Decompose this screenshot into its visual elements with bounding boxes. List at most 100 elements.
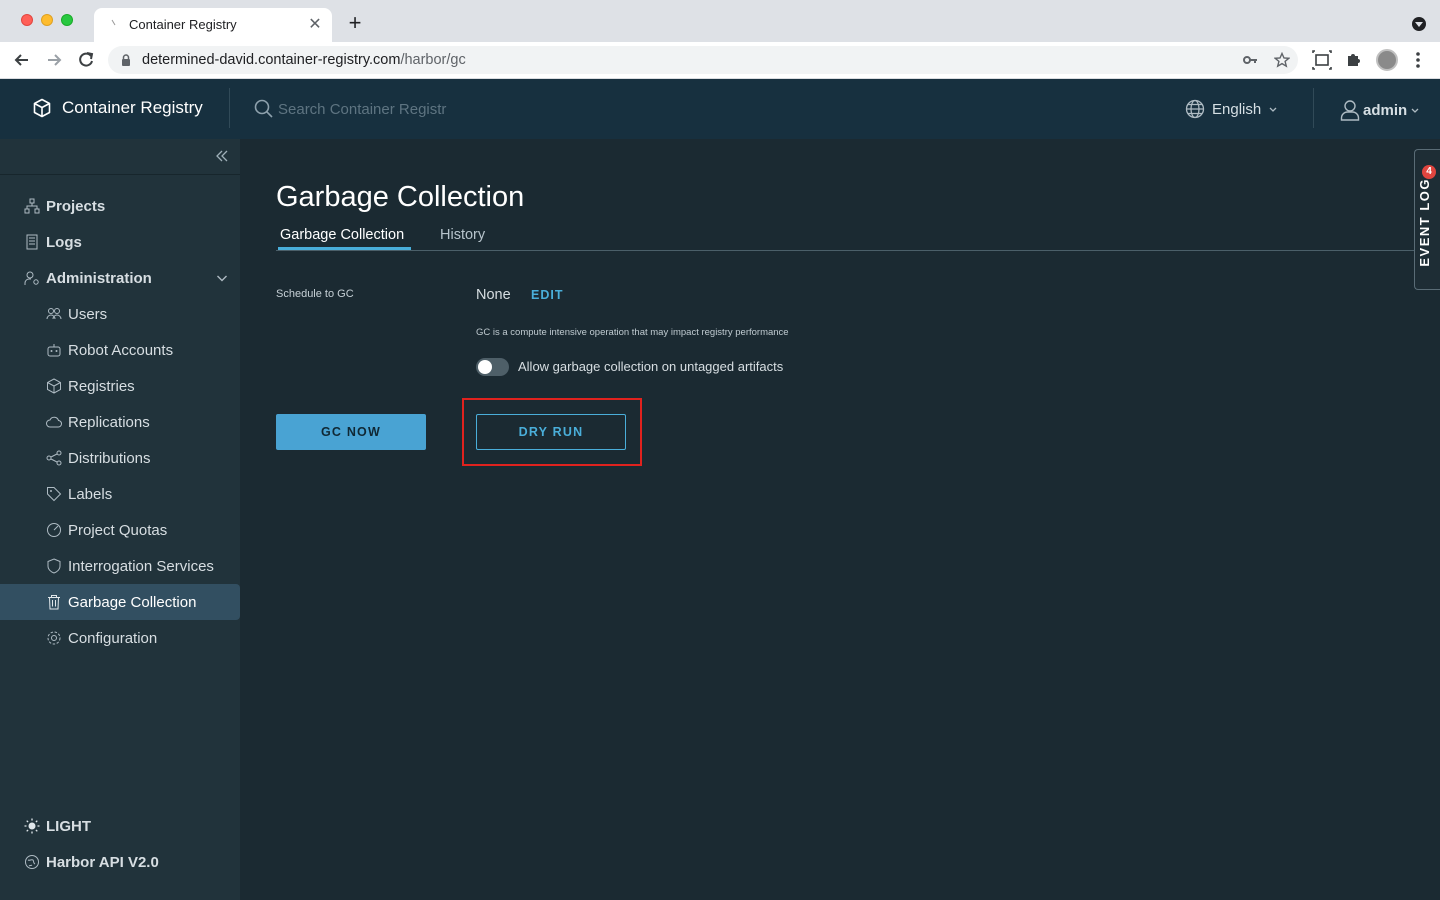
sidebar-item-label: Configuration <box>68 629 158 647</box>
double-chevron-left-icon[interactable] <box>215 149 229 163</box>
sidebar-item-label: Garbage Collection <box>68 593 197 611</box>
globe-icon <box>1185 99 1205 119</box>
sidebar-item-administration[interactable]: Administration <box>0 260 240 296</box>
language-label: English <box>1212 100 1262 118</box>
sun-icon <box>24 818 40 834</box>
sidebar-item-interrogation-services[interactable]: Interrogation Services <box>0 548 240 584</box>
url-text: determined-david.container-registry.com/… <box>142 52 466 68</box>
header-divider <box>229 88 230 128</box>
harbor-api-link[interactable]: Harbor API V2.0 <box>0 844 240 880</box>
schedule-label: Schedule to GC <box>276 288 354 300</box>
user-menu[interactable]: admin <box>1340 99 1420 121</box>
maximize-window-button[interactable] <box>61 14 73 26</box>
key-icon[interactable] <box>1242 52 1258 68</box>
chevron-down-icon[interactable] <box>216 272 228 284</box>
sidebar-item-garbage-collection[interactable]: Garbage Collection <box>0 584 240 620</box>
theme-toggle-light[interactable]: LIGHT <box>0 808 240 844</box>
minimize-window-button[interactable] <box>41 14 53 26</box>
users-icon <box>46 308 62 320</box>
api-globe-icon <box>25 855 39 869</box>
chevron-down-icon <box>1269 107 1277 112</box>
event-log-tab[interactable]: 4 EVENT LOG <box>1414 149 1440 290</box>
sidebar-item-label: Interrogation Services <box>68 557 214 575</box>
registries-icon <box>47 378 61 394</box>
event-log-label: EVENT LOG <box>1417 178 1432 267</box>
sidebar-item-logs[interactable]: Logs <box>0 224 240 260</box>
tab-garbage-collection[interactable]: Garbage Collection <box>280 227 404 243</box>
administration-icon <box>24 271 39 285</box>
sidebar-item-replications[interactable]: Replications <box>0 404 240 440</box>
sidebar-item-project-quotas[interactable]: Project Quotas <box>0 512 240 548</box>
sidebar-item-distributions[interactable]: Distributions <box>0 440 240 476</box>
sidebar-item-label: Labels <box>68 485 113 503</box>
tab-title: Container Registry <box>129 17 237 32</box>
sidebar-item-label: Robot Accounts <box>68 341 174 359</box>
sidebar-item-configuration[interactable]: Configuration <box>0 620 240 656</box>
edit-schedule-button[interactable]: EDIT <box>531 288 563 302</box>
projects-icon <box>24 198 40 214</box>
quotas-icon <box>47 523 61 537</box>
sidebar-collapse-row <box>0 139 240 175</box>
brand[interactable]: Container Registry <box>32 98 203 118</box>
sidebar-item-label: Distributions <box>68 449 151 467</box>
gear-icon <box>47 631 61 645</box>
cube-logo-icon <box>33 98 51 118</box>
tab-history[interactable]: History <box>440 227 485 243</box>
sidebar-item-registries[interactable]: Registries <box>0 368 240 404</box>
sidebar-item-label: Replications <box>68 413 150 431</box>
kebab-menu-icon[interactable] <box>1410 50 1426 70</box>
search-input[interactable] <box>278 100 498 118</box>
browser-tab[interactable]: Container Registry ✕ <box>94 8 332 42</box>
logs-icon <box>26 234 38 250</box>
close-window-button[interactable] <box>21 14 33 26</box>
distributions-icon <box>46 450 62 466</box>
browser-tab-bar: Container Registry ✕ + <box>0 0 1440 42</box>
back-icon[interactable] <box>12 50 32 70</box>
browser-toolbar: determined-david.container-registry.com/… <box>0 42 1440 79</box>
chevron-down-icon <box>1411 108 1419 113</box>
theme-toggle-label: LIGHT <box>46 817 91 835</box>
sidebar-item-labels[interactable]: Labels <box>0 476 240 512</box>
sidebar-item-users[interactable]: Users <box>0 296 240 332</box>
gc-now-button[interactable]: GC NOW <box>276 414 426 450</box>
main-content: Garbage Collection Garbage Collection Hi… <box>240 139 1440 900</box>
replications-icon <box>46 416 62 428</box>
profile-avatar[interactable] <box>1376 49 1398 71</box>
favicon-icon <box>111 19 116 26</box>
sidebar: Projects Logs Administration Users Robot… <box>0 139 240 900</box>
username: admin <box>1363 101 1408 119</box>
sidebar-item-robot-accounts[interactable]: Robot Accounts <box>0 332 240 368</box>
tab-search-icon[interactable] <box>1412 17 1426 31</box>
trash-icon <box>48 595 60 610</box>
user-icon <box>1340 100 1360 121</box>
harbor-api-label: Harbor API V2.0 <box>46 853 159 871</box>
sidebar-item-label: Registries <box>68 377 135 395</box>
shield-icon <box>47 558 61 574</box>
sidebar-item-projects[interactable]: Projects <box>0 188 240 224</box>
bookmark-star-icon[interactable] <box>1274 52 1290 68</box>
app-header: Container Registry English admin <box>0 79 1440 139</box>
labels-icon <box>47 487 62 502</box>
sidebar-item-label: Projects <box>46 197 106 215</box>
global-search[interactable] <box>254 99 498 119</box>
sidebar-item-label: Project Quotas <box>68 521 168 539</box>
address-bar[interactable]: determined-david.container-registry.com/… <box>108 46 1298 74</box>
screen-capture-icon[interactable] <box>1312 50 1332 70</box>
extensions-icon[interactable] <box>1345 50 1363 68</box>
lock-icon <box>122 54 130 66</box>
untagged-artifacts-toggle[interactable] <box>476 358 509 376</box>
robot-icon <box>47 344 61 357</box>
forward-icon[interactable] <box>44 50 64 70</box>
search-icon <box>254 99 273 118</box>
dry-run-button[interactable]: DRY RUN <box>476 414 626 450</box>
new-tab-button[interactable]: + <box>344 12 366 34</box>
tab-strip: Garbage Collection History <box>276 224 1440 251</box>
reload-icon[interactable] <box>76 50 96 70</box>
schedule-value: None <box>476 287 511 303</box>
tab-close-icon[interactable]: ✕ <box>306 16 324 34</box>
gc-hint: GC is a compute intensive operation that… <box>476 327 789 338</box>
language-selector[interactable]: English <box>1185 99 1278 119</box>
active-tab-indicator <box>278 247 411 250</box>
sidebar-item-label: Users <box>68 305 108 323</box>
sidebar-item-label: Logs <box>46 233 82 251</box>
